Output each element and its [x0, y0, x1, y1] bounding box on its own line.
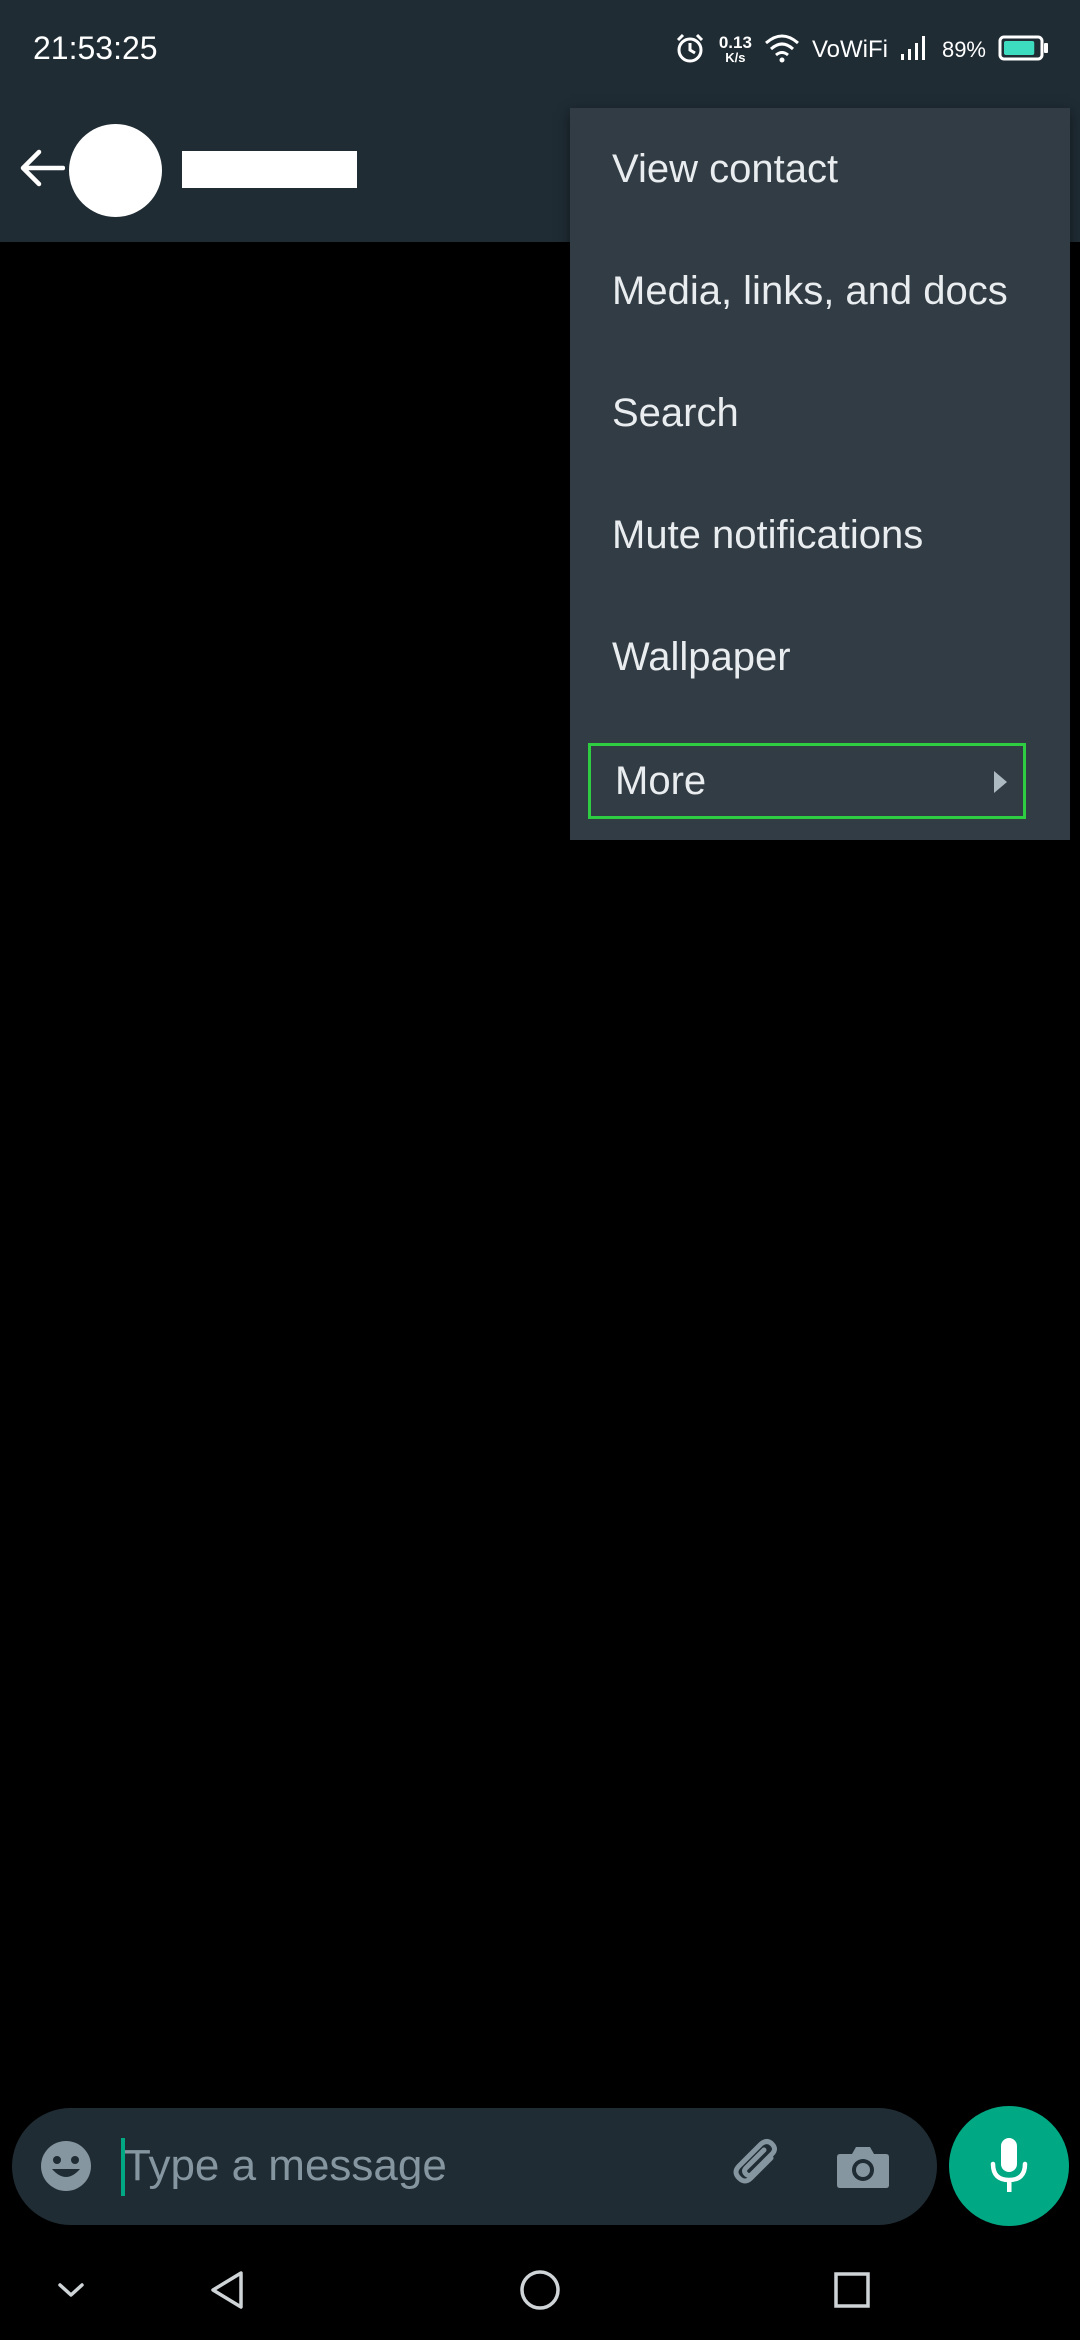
menu-item-media-links-docs[interactable]: Media, links, and docs: [570, 230, 1070, 352]
menu-item-label: More: [615, 758, 707, 803]
menu-item-label: View contact: [612, 146, 839, 191]
submenu-arrow-icon: [994, 771, 1007, 793]
wifi-icon: [764, 33, 800, 68]
alarm-icon: [673, 31, 707, 70]
recents-square-icon: [834, 2272, 870, 2308]
battery-percent: 89%: [941, 37, 986, 62]
home-circle-icon: [520, 2270, 560, 2310]
nav-back-button[interactable]: [199, 2262, 255, 2318]
message-composer: [12, 2108, 937, 2225]
menu-item-wallpaper[interactable]: Wallpaper: [570, 596, 1070, 718]
system-nav-bar: [0, 2236, 1080, 2340]
status-time: 21:53:25: [33, 30, 158, 66]
camera-button[interactable]: [834, 2138, 892, 2196]
paperclip-icon: [733, 2139, 777, 2184]
mic-button[interactable]: [949, 2106, 1069, 2226]
net-speed: 0.13 K/s: [718, 33, 752, 65]
network-label: VoWiFi: [811, 36, 888, 63]
menu-item-mute-notifications[interactable]: Mute notifications: [570, 474, 1070, 596]
net-speed-value: 0.13: [718, 33, 752, 52]
emoji-button[interactable]: [38, 2138, 94, 2194]
status-bar: 21:53:25 0.13 K/s VoWiFi 89%: [0, 0, 1080, 100]
camera-icon: [837, 2147, 889, 2188]
attach-button[interactable]: [727, 2136, 789, 2198]
status-icons: 0.13 K/s VoWiFi 89%: [673, 28, 1050, 72]
overflow-menu: View contact Media, links, and docs Sear…: [570, 108, 1070, 840]
menu-item-label: Wallpaper: [612, 634, 791, 679]
nav-home-button[interactable]: [512, 2262, 568, 2318]
mic-icon: [990, 2138, 1028, 2192]
back-triangle-icon: [211, 2271, 243, 2309]
nav-recents-button[interactable]: [824, 2262, 880, 2318]
contact-avatar[interactable]: [69, 124, 162, 217]
collapse-icon: [58, 2283, 84, 2297]
message-input[interactable]: [124, 2130, 684, 2202]
contact-name[interactable]: [182, 151, 357, 188]
back-button[interactable]: [14, 140, 70, 196]
net-speed-unit: K/s: [725, 50, 746, 65]
menu-item-view-contact[interactable]: View contact: [570, 108, 1070, 230]
menu-item-label: Media, links, and docs: [612, 268, 1008, 313]
menu-item-more[interactable]: More: [588, 743, 1026, 819]
menu-item-label: Mute notifications: [612, 512, 924, 557]
menu-item-label: Search: [612, 390, 739, 435]
collapse-button[interactable]: [43, 2262, 99, 2318]
menu-item-search[interactable]: Search: [570, 352, 1070, 474]
battery-icon: [998, 34, 1050, 67]
signal-icon: [900, 34, 930, 67]
back-arrow-icon: [20, 149, 65, 187]
emoji-icon: [41, 2141, 91, 2191]
